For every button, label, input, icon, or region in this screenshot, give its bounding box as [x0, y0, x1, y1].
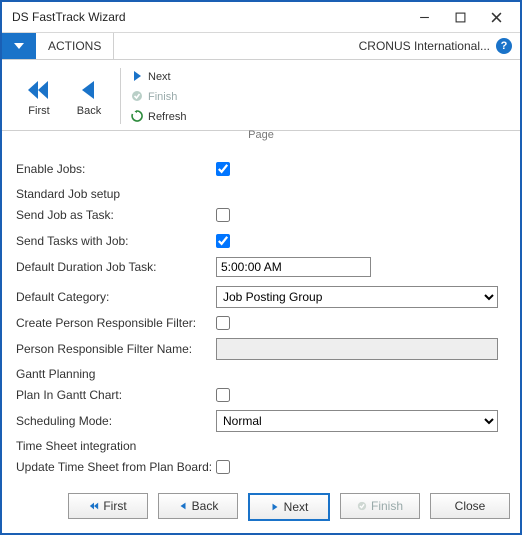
footer-back-button[interactable]: Back [158, 493, 238, 519]
wizard-window: DS FastTrack Wizard ACTIONS CRONUS Inter… [0, 0, 522, 535]
create-filter-checkbox[interactable] [216, 316, 230, 330]
first-icon [26, 77, 52, 103]
send-job-task-checkbox[interactable] [216, 208, 230, 222]
send-tasks-job-checkbox[interactable] [216, 234, 230, 248]
ribbon-finish-label: Finish [148, 91, 177, 103]
update-ts-label: Update Time Sheet from Plan Board: [16, 460, 216, 474]
send-tasks-job-label: Send Tasks with Job: [16, 234, 216, 248]
file-tab[interactable] [2, 33, 36, 59]
company-indicator: CRONUS International... ? [351, 33, 520, 59]
close-button[interactable] [478, 3, 514, 31]
ribbon-back-label: Back [77, 105, 101, 117]
refresh-icon [131, 110, 143, 125]
window-title: DS FastTrack Wizard [12, 10, 406, 24]
footer-back-label: Back [192, 499, 219, 513]
ribbon: First Back Next Finish Refresh [2, 60, 520, 131]
ribbon-refresh-button[interactable]: Refresh [127, 108, 191, 126]
form-content: Enable Jobs: Standard Job setup Send Job… [2, 141, 520, 483]
next-icon [131, 70, 143, 85]
ribbon-next-button[interactable]: Next [127, 68, 191, 86]
titlebar: DS FastTrack Wizard [2, 2, 520, 33]
ribbon-next-label: Next [148, 71, 171, 83]
company-name: CRONUS International... [359, 39, 490, 53]
footer-finish-label: Finish [371, 499, 403, 513]
finish-icon [131, 90, 143, 105]
back-icon [76, 77, 102, 103]
default-duration-label: Default Duration Job Task: [16, 260, 216, 274]
help-icon[interactable]: ? [496, 38, 512, 54]
send-job-task-label: Send Job as Task: [16, 208, 216, 222]
footer-close-label: Close [455, 499, 486, 513]
minimize-button[interactable] [406, 3, 442, 31]
section-gantt: Gantt Planning [16, 367, 506, 381]
filter-name-input[interactable] [216, 338, 498, 360]
footer-finish-button: Finish [340, 493, 420, 519]
tab-strip: ACTIONS CRONUS International... ? [2, 33, 520, 60]
default-category-select[interactable]: Job Posting Group [216, 286, 498, 308]
back-icon [178, 501, 188, 511]
finish-icon [357, 501, 367, 511]
create-filter-label: Create Person Responsible Filter: [16, 316, 216, 330]
footer-next-label: Next [284, 500, 309, 514]
enable-jobs-label: Enable Jobs: [16, 162, 216, 176]
footer: First Back Next Finish Close [2, 483, 520, 533]
maximize-button[interactable] [442, 3, 478, 31]
scheduling-mode-label: Scheduling Mode: [16, 414, 216, 428]
ribbon-finish-button: Finish [127, 88, 191, 106]
enable-jobs-checkbox[interactable] [216, 162, 230, 176]
tab-actions[interactable]: ACTIONS [36, 33, 114, 59]
ribbon-group-label: Page [2, 129, 520, 141]
scheduling-mode-select[interactable]: Normal [216, 410, 498, 432]
ribbon-first-label: First [28, 105, 49, 117]
ribbon-refresh-label: Refresh [148, 111, 187, 123]
footer-first-label: First [103, 499, 126, 513]
filter-name-label: Person Responsible Filter Name: [16, 342, 216, 356]
ribbon-back-button[interactable]: Back [64, 66, 114, 128]
footer-next-button[interactable]: Next [248, 493, 330, 521]
footer-first-button[interactable]: First [68, 493, 148, 519]
next-icon [270, 502, 280, 512]
plan-gantt-checkbox[interactable] [216, 388, 230, 402]
ribbon-separator [120, 68, 121, 124]
default-category-label: Default Category: [16, 290, 216, 304]
ribbon-first-button[interactable]: First [14, 66, 64, 128]
section-timesheet: Time Sheet integration [16, 439, 506, 453]
footer-close-button[interactable]: Close [430, 493, 510, 519]
first-icon [89, 501, 99, 511]
plan-gantt-label: Plan In Gantt Chart: [16, 388, 216, 402]
section-standard-job: Standard Job setup [16, 187, 506, 201]
default-duration-input[interactable] [216, 257, 371, 277]
update-ts-checkbox[interactable] [216, 460, 230, 474]
